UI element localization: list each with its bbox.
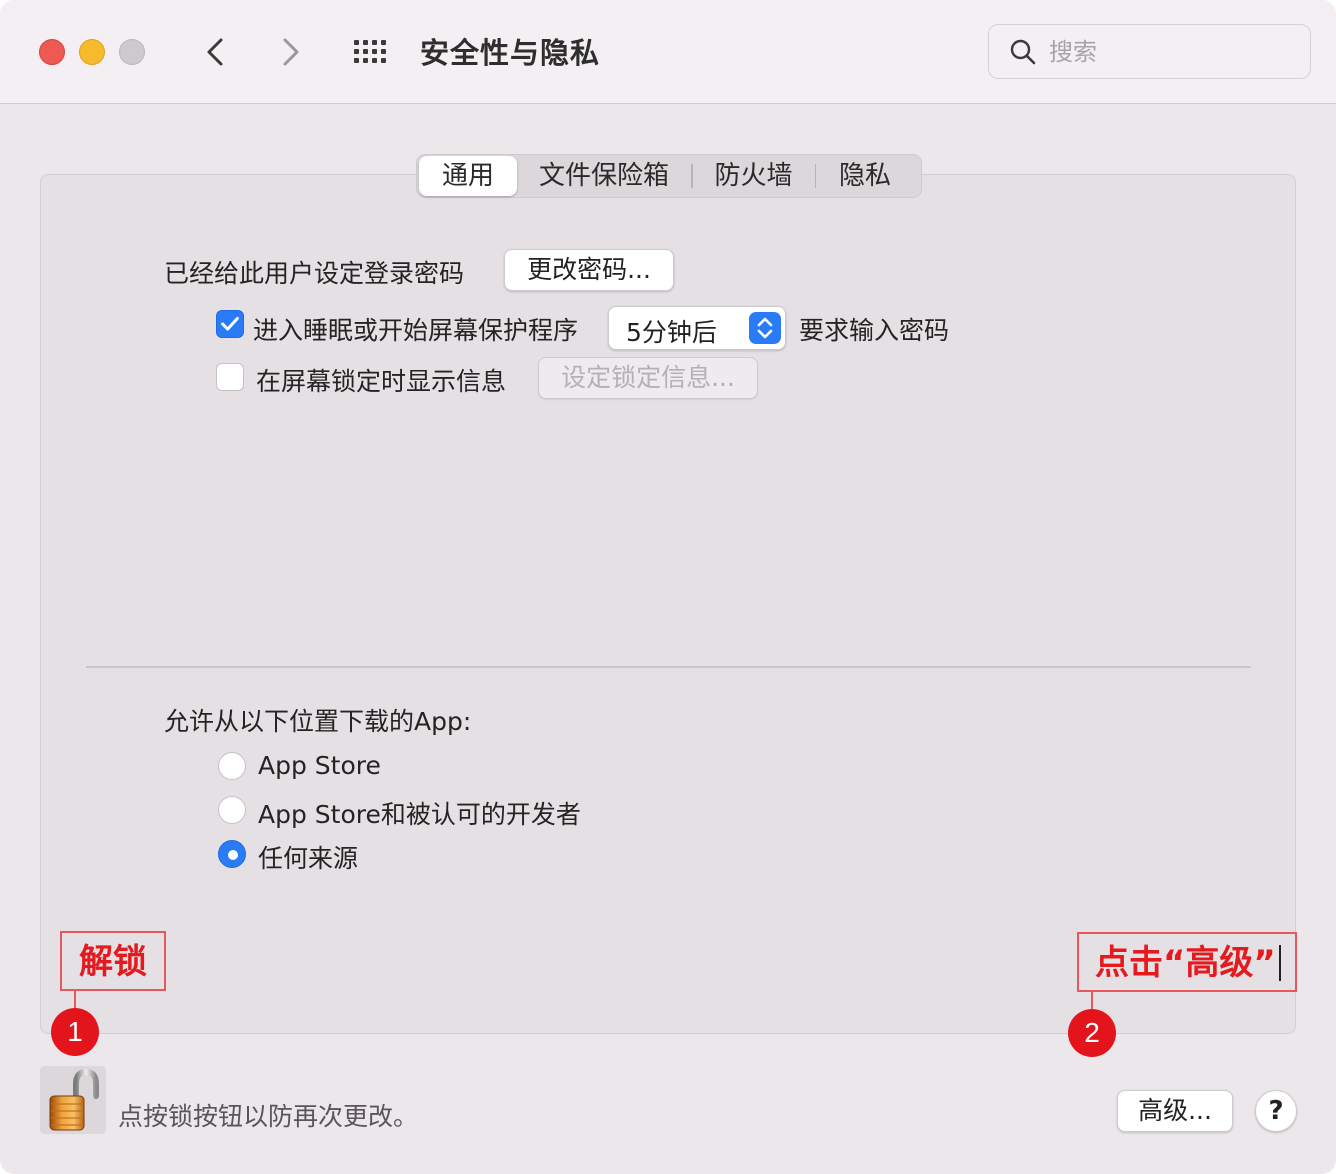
annotation-unlock-callout: 解锁	[60, 931, 166, 991]
radio-app-store[interactable]	[218, 752, 246, 780]
forward-arrow-icon[interactable]	[276, 32, 306, 72]
show-message-label: 在屏幕锁定时显示信息	[256, 367, 507, 396]
allow-apps-label: 允许从以下位置下载的App:	[164, 707, 472, 736]
lock-hint-text: 点按锁按钮以防再次更改。	[118, 1102, 419, 1131]
section-divider	[86, 666, 1251, 668]
annotation-number-1: 1	[51, 1008, 99, 1056]
lock-button[interactable]	[40, 1066, 106, 1134]
tab-privacy[interactable]: 隐私	[816, 156, 914, 196]
zoom-window-button[interactable]	[119, 39, 145, 65]
magnifier-icon	[1010, 39, 1036, 65]
radio-app-store-and-developers-label: App Store和被认可的开发者	[258, 800, 581, 829]
tab-firewall[interactable]: 防火墙	[693, 156, 815, 196]
minimize-window-button[interactable]	[79, 39, 105, 65]
radio-app-store-and-developers[interactable]	[218, 796, 246, 824]
tab-filevault[interactable]: 文件保险箱	[517, 156, 691, 196]
show-message-checkbox[interactable]	[216, 363, 244, 391]
unlocked-padlock-icon	[49, 1068, 99, 1131]
help-button[interactable]: ?	[1255, 1090, 1297, 1132]
set-lock-message-button[interactable]: 设定锁定信息...	[538, 357, 758, 399]
show-all-grid-icon[interactable]	[352, 38, 392, 66]
title-bar: 安全性与隐私	[0, 0, 1336, 104]
popup-arrows-icon	[749, 312, 781, 344]
search-input[interactable]	[1049, 35, 1289, 69]
close-window-button[interactable]	[39, 39, 65, 65]
window-title: 安全性与隐私	[420, 36, 601, 70]
password-delay-value: 5分钟后	[626, 318, 717, 347]
checkmark-icon	[221, 316, 239, 331]
system-preferences-window: 安全性与隐私 通用 文件保险箱 防火墙 隐私 已经给此用户设定登录密码 更改密码…	[0, 0, 1336, 1174]
password-delay-popup[interactable]: 5分钟后	[608, 306, 786, 350]
tab-general[interactable]: 通用	[419, 156, 517, 196]
radio-app-store-label: App Store	[258, 751, 381, 780]
radio-anywhere-label: 任何来源	[258, 844, 359, 873]
advanced-button[interactable]: 高级...	[1117, 1090, 1233, 1132]
require-password-checkbox[interactable]	[216, 310, 244, 338]
back-arrow-icon[interactable]	[200, 32, 230, 72]
general-tab-panel	[40, 174, 1296, 1034]
annotation-number-2: 2	[1068, 1009, 1116, 1057]
tab-bar: 通用 文件保险箱 防火墙 隐私	[416, 154, 922, 198]
password-set-label: 已经给此用户设定登录密码	[164, 259, 465, 288]
change-password-button[interactable]: 更改密码...	[504, 249, 674, 291]
annotation-advanced-callout: 点击“高级”	[1077, 932, 1297, 992]
radio-anywhere[interactable]	[218, 840, 246, 868]
search-field[interactable]	[988, 24, 1311, 79]
require-password-label: 进入睡眠或开始屏幕保护程序	[253, 316, 579, 345]
text-caret	[1279, 945, 1281, 981]
require-password-suffix: 要求输入密码	[799, 316, 950, 345]
